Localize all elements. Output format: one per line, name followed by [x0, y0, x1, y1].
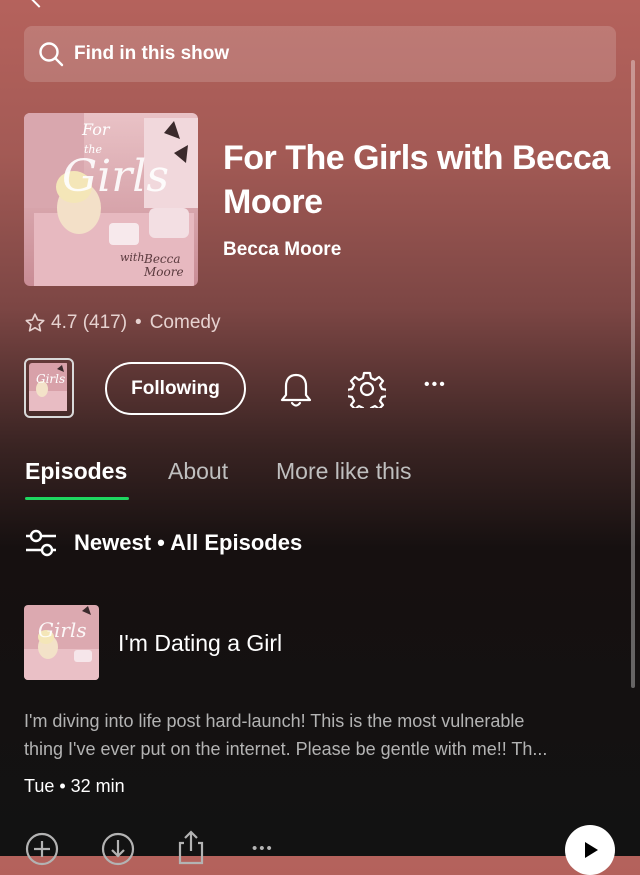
episode-more-icon[interactable]: ••• — [252, 840, 274, 857]
scrollbar[interactable] — [631, 60, 635, 688]
episode-thumbnail[interactable]: Girls — [24, 605, 99, 680]
filter-sliders-icon — [26, 529, 56, 557]
download-icon[interactable] — [100, 831, 136, 872]
search-placeholder: Find in this show — [74, 43, 230, 64]
rating-value: 4.7 (417) — [51, 312, 128, 333]
show-title: For The Girls with Becca Moore — [223, 139, 610, 221]
play-icon — [585, 842, 598, 858]
episode-description: I'm diving into life post hard-launch! T… — [24, 707, 616, 763]
play-button[interactable] — [565, 825, 615, 875]
episode-filter[interactable]: Newest • All Episodes — [24, 526, 302, 560]
episode-meta: Tue • 32 min — [24, 776, 125, 796]
rating-separator: • — [135, 312, 142, 333]
svg-text:Becca: Becca — [143, 252, 181, 266]
episode-description-line-1: I'm diving into life post hard-launch! T… — [24, 711, 525, 731]
active-tab-indicator — [25, 497, 129, 500]
show-thumbnail-button[interactable]: Girls — [24, 358, 74, 418]
svg-text:Girls: Girls — [36, 372, 65, 386]
svg-text:with: with — [120, 251, 144, 264]
tab-bar: Episodes About More like this — [0, 448, 640, 504]
gear-icon[interactable] — [347, 369, 387, 409]
svg-text:Moore: Moore — [143, 265, 184, 279]
following-button[interactable]: Following — [105, 362, 246, 415]
more-options-icon[interactable]: ••• — [424, 376, 447, 394]
bell-icon[interactable] — [277, 370, 315, 410]
svg-text:For: For — [81, 120, 111, 139]
tab-about[interactable]: About — [168, 458, 228, 485]
share-icon[interactable] — [174, 829, 208, 870]
show-author-link[interactable]: Becca Moore — [223, 239, 341, 261]
add-circle-icon[interactable] — [24, 831, 60, 872]
tab-more-like-this[interactable]: More like this — [276, 458, 411, 485]
rating-row: 4.7 (417) • Comedy — [24, 312, 220, 334]
category-link[interactable]: Comedy — [150, 312, 221, 334]
tab-episodes[interactable]: Episodes — [25, 458, 127, 485]
episode-title[interactable]: I'm Dating a Girl — [118, 630, 282, 657]
podcast-cover-art: For the Girls with Becca Moore — [24, 113, 198, 286]
svg-text:Girls: Girls — [38, 618, 87, 642]
back-chevron-icon[interactable] — [26, 0, 52, 8]
filter-label: Newest • All Episodes — [74, 530, 303, 555]
search-icon — [39, 42, 64, 67]
episode-description-line-2: thing I've ever put on the internet. Ple… — [24, 739, 548, 759]
star-icon — [25, 313, 45, 332]
svg-text:Girls: Girls — [62, 151, 169, 202]
search-field[interactable]: Find in this show — [24, 26, 616, 82]
